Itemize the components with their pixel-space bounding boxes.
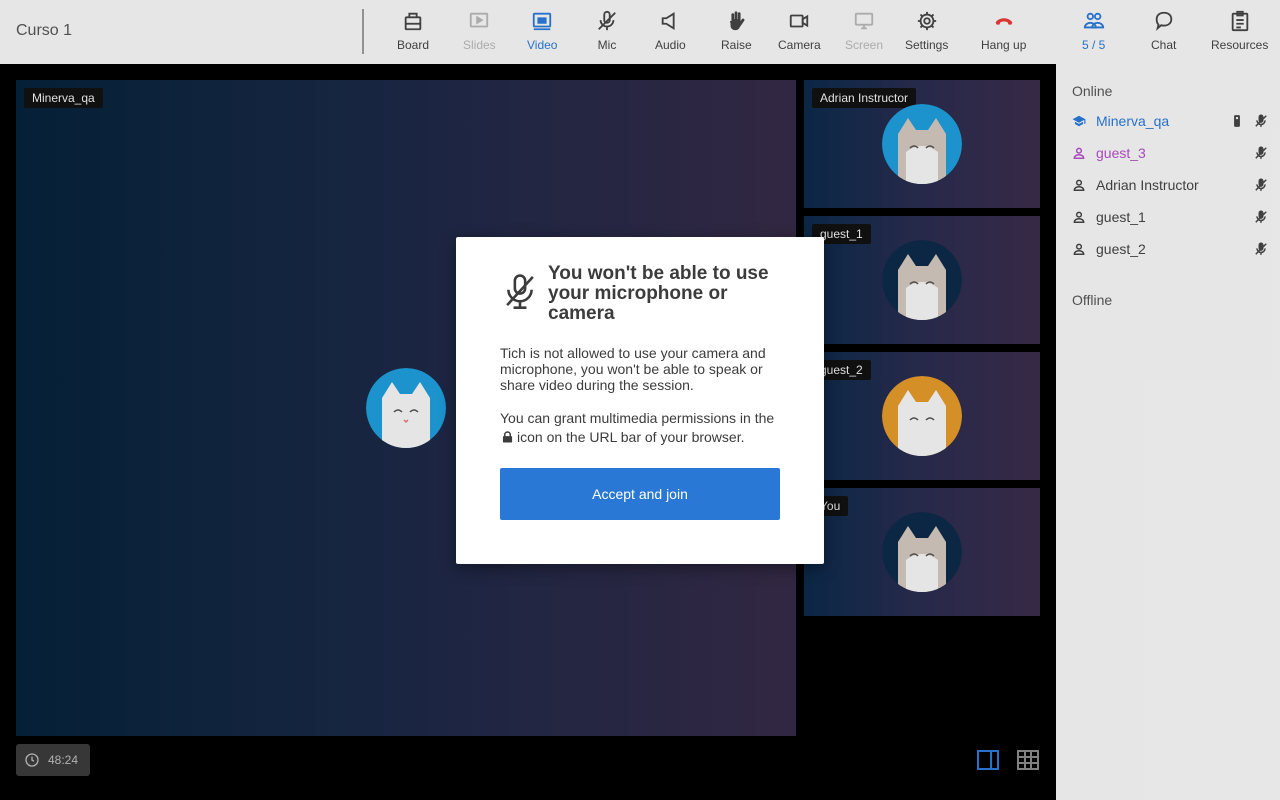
mic-off-icon bbox=[506, 274, 534, 309]
permissions-dialog: You won't be able to use your microphone… bbox=[456, 237, 824, 564]
lock-icon bbox=[502, 431, 513, 443]
hint-text-after: icon on the URL bar of your browser. bbox=[517, 429, 745, 445]
dialog-message: Tich is not allowed to use your camera a… bbox=[500, 345, 766, 393]
dialog-permissions-hint: You can grant multimedia permissions in … bbox=[500, 409, 790, 447]
hint-text-before: You can grant multimedia permissions in … bbox=[500, 410, 775, 426]
accept-and-join-button[interactable]: Accept and join bbox=[500, 468, 780, 520]
dialog-title: You won't be able to use your microphone… bbox=[548, 263, 769, 324]
